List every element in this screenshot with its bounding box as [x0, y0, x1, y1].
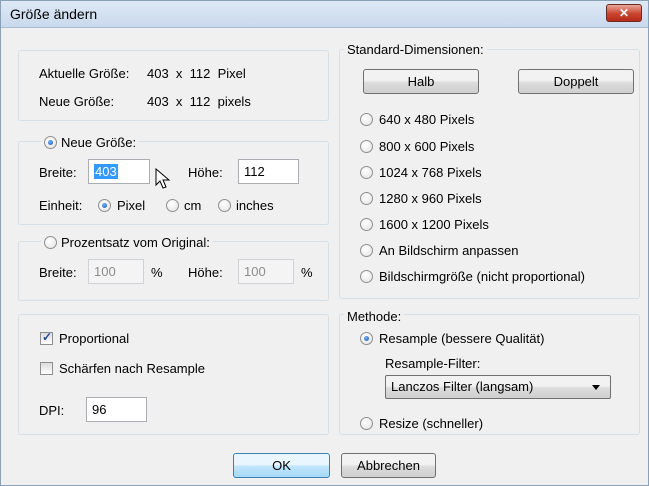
new-size-legend: Neue Größe: — [41, 134, 140, 150]
title-bar[interactable]: Größe ändern ✕ — [1, 1, 648, 28]
percent-width-sign: % — [151, 265, 163, 280]
preset-640-radio[interactable] — [360, 113, 373, 126]
preset-1600-radio[interactable] — [360, 218, 373, 231]
preset-1024-radio[interactable] — [360, 166, 373, 179]
double-button-label[interactable]: Doppelt — [554, 74, 599, 89]
close-icon[interactable]: ✕ — [619, 6, 629, 20]
window-title: Größe ändern — [10, 6, 98, 22]
resize-radio[interactable] — [360, 417, 373, 430]
width-input[interactable]: 403 — [88, 159, 150, 184]
height-input[interactable]: 112 — [238, 159, 299, 184]
percent-height-label: Höhe: — [188, 265, 223, 280]
method-legend: Methode: — [344, 309, 405, 324]
preset-1600-label[interactable]: 1600 x 1200 Pixels — [379, 217, 489, 233]
resample-filter-value: Lanczos Filter (langsam) — [391, 379, 534, 394]
percent-width-label: Breite: — [39, 265, 77, 280]
percent-width-value: 100 — [94, 264, 116, 279]
preset-fit-screen-radio[interactable] — [360, 244, 373, 257]
sharpen-label[interactable]: Schärfen nach Resample — [59, 361, 205, 377]
preset-screen-size-radio[interactable] — [360, 270, 373, 283]
resize-dialog: Größe ändern ✕ Aktuelle Größe: 403 x 112… — [0, 0, 649, 486]
ok-button[interactable]: OK — [233, 453, 330, 478]
dpi-input[interactable]: 96 — [86, 397, 147, 422]
dropdown-arrow-icon — [592, 385, 600, 390]
resample-filter-select[interactable]: Lanczos Filter (langsam) — [385, 375, 611, 399]
preset-800-label[interactable]: 800 x 600 Pixels — [379, 139, 474, 155]
current-size-value: 403 x 112 Pixel — [147, 66, 246, 81]
percent-radio-label[interactable]: Prozentsatz vom Original: — [61, 235, 210, 250]
preset-640-label[interactable]: 640 x 480 Pixels — [379, 112, 474, 128]
preset-1024-label[interactable]: 1024 x 768 Pixels — [379, 165, 482, 181]
ok-button-label[interactable]: OK — [272, 458, 291, 473]
cancel-button-label[interactable]: Abbrechen — [357, 458, 420, 473]
standard-dimensions-legend: Standard-Dimensionen: — [344, 42, 487, 57]
half-button[interactable]: Halb — [363, 69, 479, 94]
proportional-checkbox[interactable]: ✓ — [40, 330, 53, 345]
unit-label: Einheit: — [39, 198, 83, 213]
sharpen-checkbox[interactable] — [40, 362, 53, 375]
unit-cm-label[interactable]: cm — [184, 198, 201, 214]
percent-height-sign: % — [301, 265, 313, 280]
height-value: 112 — [244, 164, 265, 179]
percent-width-input[interactable]: 100 — [88, 259, 144, 284]
preset-screen-size-label[interactable]: Bildschirmgröße (nicht proportional) — [379, 269, 585, 285]
new-size-label: Neue Größe: — [39, 94, 115, 109]
new-size-radio-label[interactable]: Neue Größe: — [61, 135, 136, 150]
percent-height-input[interactable]: 100 — [238, 259, 294, 284]
percent-height-value: 100 — [244, 264, 266, 279]
close-button[interactable]: ✕ — [606, 4, 642, 22]
half-button-label[interactable]: Halb — [408, 74, 435, 89]
resample-filter-label: Resample-Filter: — [385, 356, 481, 371]
percent-radio[interactable] — [44, 236, 57, 249]
double-button[interactable]: Doppelt — [518, 69, 634, 94]
unit-cm-radio[interactable] — [166, 199, 179, 212]
unit-pixel-radio[interactable] — [98, 199, 111, 212]
width-label: Breite: — [39, 165, 77, 180]
mouse-cursor-icon — [155, 168, 171, 189]
preset-1280-radio[interactable] — [360, 192, 373, 205]
resample-label[interactable]: Resample (bessere Qualität) — [379, 331, 544, 347]
unit-inches-radio[interactable] — [218, 199, 231, 212]
resample-radio[interactable] — [360, 332, 373, 345]
preset-fit-screen-label[interactable]: An Bildschirm anpassen — [379, 243, 518, 259]
proportional-label[interactable]: Proportional — [59, 331, 129, 347]
new-size-value: 403 x 112 pixels — [147, 94, 251, 109]
size-info-panel — [18, 50, 329, 121]
new-size-radio[interactable] — [44, 136, 57, 149]
unit-pixel-label[interactable]: Pixel — [117, 198, 145, 214]
checkmark-icon: ✓ — [42, 330, 53, 344]
cancel-button[interactable]: Abbrechen — [341, 453, 436, 478]
preset-1280-label[interactable]: 1280 x 960 Pixels — [379, 191, 482, 207]
height-label: Höhe: — [188, 165, 223, 180]
percent-legend: Prozentsatz vom Original: — [41, 234, 213, 250]
preset-800-radio[interactable] — [360, 140, 373, 153]
current-size-label: Aktuelle Größe: — [39, 66, 130, 81]
unit-inches-label[interactable]: inches — [236, 198, 274, 214]
dpi-label: DPI: — [39, 403, 65, 418]
resize-label[interactable]: Resize (schneller) — [379, 416, 483, 432]
width-value: 403 — [94, 164, 118, 179]
dpi-value: 96 — [92, 402, 107, 417]
